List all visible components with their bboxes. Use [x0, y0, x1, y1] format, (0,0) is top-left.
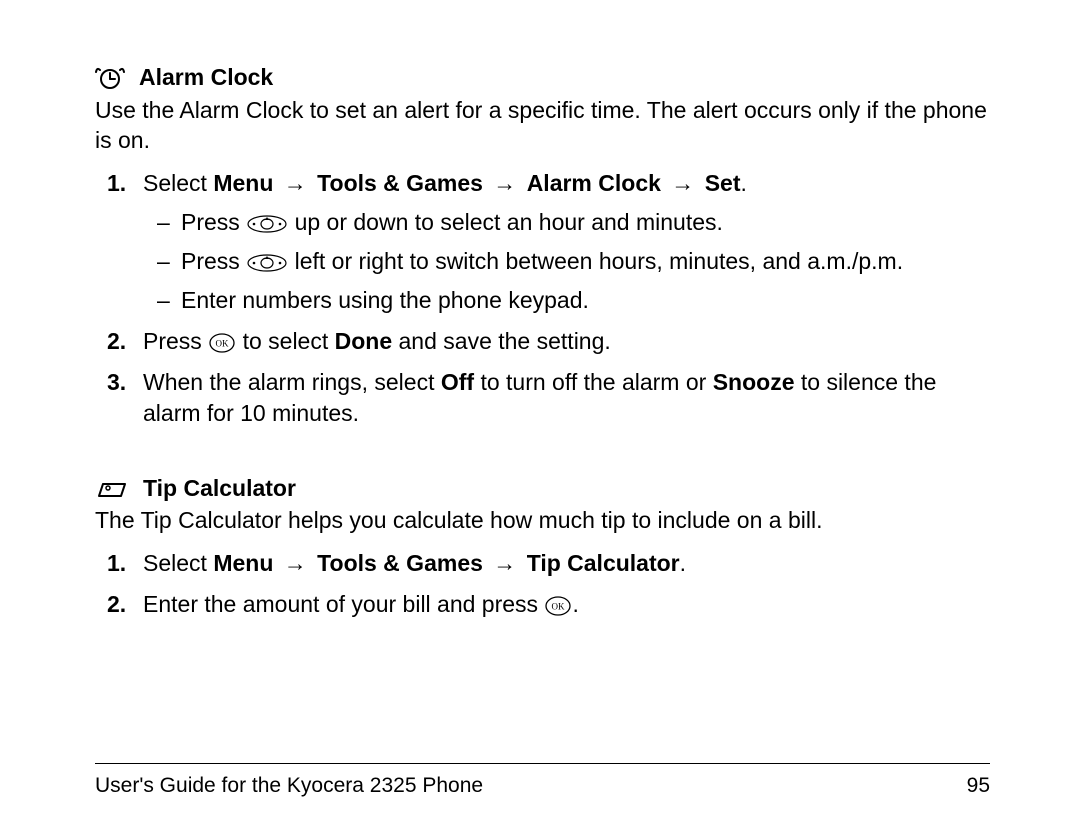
- tip-steps: Select Menu → Tools & Games → Tip Calcul…: [95, 548, 990, 620]
- step-text: When the alarm rings, select: [143, 369, 434, 395]
- alarm-substep-2: Press left or right to switch between ho…: [163, 246, 990, 277]
- menu-path-tip: Tip Calculator: [527, 550, 680, 576]
- tip-calculator-icon: [95, 476, 129, 502]
- footer-divider: [95, 763, 990, 764]
- alarm-step-1: Select Menu → Tools & Games → Alarm Cloc…: [143, 168, 990, 316]
- footer-title: User's Guide for the Kyocera 2325 Phone: [95, 774, 483, 798]
- page-footer: User's Guide for the Kyocera 2325 Phone …: [95, 774, 990, 798]
- page-number: 95: [967, 774, 990, 798]
- ok-button-icon: OK: [208, 331, 236, 355]
- alarm-substeps: Press up or down to select an hour and m…: [143, 207, 990, 316]
- svg-text:OK: OK: [216, 338, 229, 348]
- step-text: to turn off the alarm or: [480, 369, 706, 395]
- arrow-icon: →: [489, 550, 520, 576]
- nav-pad-icon: [246, 252, 288, 274]
- menu-path-set: Set: [705, 170, 741, 196]
- alarm-clock-icon: [95, 62, 125, 92]
- alarm-intro: Use the Alarm Clock to set an alert for …: [95, 96, 990, 156]
- step-text: Enter the amount of your bill and press: [143, 591, 538, 617]
- ok-button-icon: OK: [544, 594, 572, 618]
- substep-text: Enter numbers using the phone keypad.: [181, 287, 589, 313]
- substep-text: Press: [181, 248, 240, 274]
- tip-step-1: Select Menu → Tools & Games → Tip Calcul…: [143, 548, 990, 579]
- svg-text:OK: OK: [552, 601, 565, 611]
- menu-path-tools: Tools & Games: [317, 550, 483, 576]
- tip-intro: The Tip Calculator helps you calculate h…: [95, 506, 990, 536]
- tip-calculator-heading: Tip Calculator: [95, 475, 990, 502]
- off-label: Off: [441, 369, 474, 395]
- arrow-icon: →: [280, 550, 311, 576]
- tip-calculator-title: Tip Calculator: [143, 475, 296, 502]
- alarm-substep-1: Press up or down to select an hour and m…: [163, 207, 990, 238]
- menu-path-menu: Menu: [213, 170, 273, 196]
- step-text: .: [572, 591, 578, 617]
- step-text: Press: [143, 328, 202, 354]
- alarm-step-2: Press OK to select Done and save the set…: [143, 326, 990, 357]
- alarm-clock-heading: Alarm Clock: [95, 62, 990, 92]
- step-text: Select: [143, 550, 207, 576]
- manual-page: Alarm Clock Use the Alarm Clock to set a…: [0, 0, 1080, 834]
- step-text: to select: [243, 328, 329, 354]
- step-text: Select: [143, 170, 207, 196]
- done-label: Done: [335, 328, 393, 354]
- substep-text: left or right to switch between hours, m…: [295, 248, 904, 274]
- tip-step-2: Enter the amount of your bill and press …: [143, 589, 990, 620]
- alarm-step-3: When the alarm rings, select Off to turn…: [143, 367, 990, 429]
- menu-path-alarm: Alarm Clock: [527, 170, 661, 196]
- substep-text: up or down to select an hour and minutes…: [295, 209, 723, 235]
- alarm-steps: Select Menu → Tools & Games → Alarm Cloc…: [95, 168, 990, 429]
- menu-path-tools: Tools & Games: [317, 170, 483, 196]
- nav-pad-icon: [246, 213, 288, 235]
- arrow-icon: →: [667, 170, 698, 196]
- menu-path-menu: Menu: [213, 550, 273, 576]
- substep-text: Press: [181, 209, 240, 235]
- arrow-icon: →: [489, 170, 520, 196]
- alarm-clock-title: Alarm Clock: [139, 64, 273, 91]
- arrow-icon: →: [280, 170, 311, 196]
- alarm-substep-3: Enter numbers using the phone keypad.: [163, 285, 990, 316]
- step-text: and save the setting.: [399, 328, 611, 354]
- snooze-label: Snooze: [713, 369, 795, 395]
